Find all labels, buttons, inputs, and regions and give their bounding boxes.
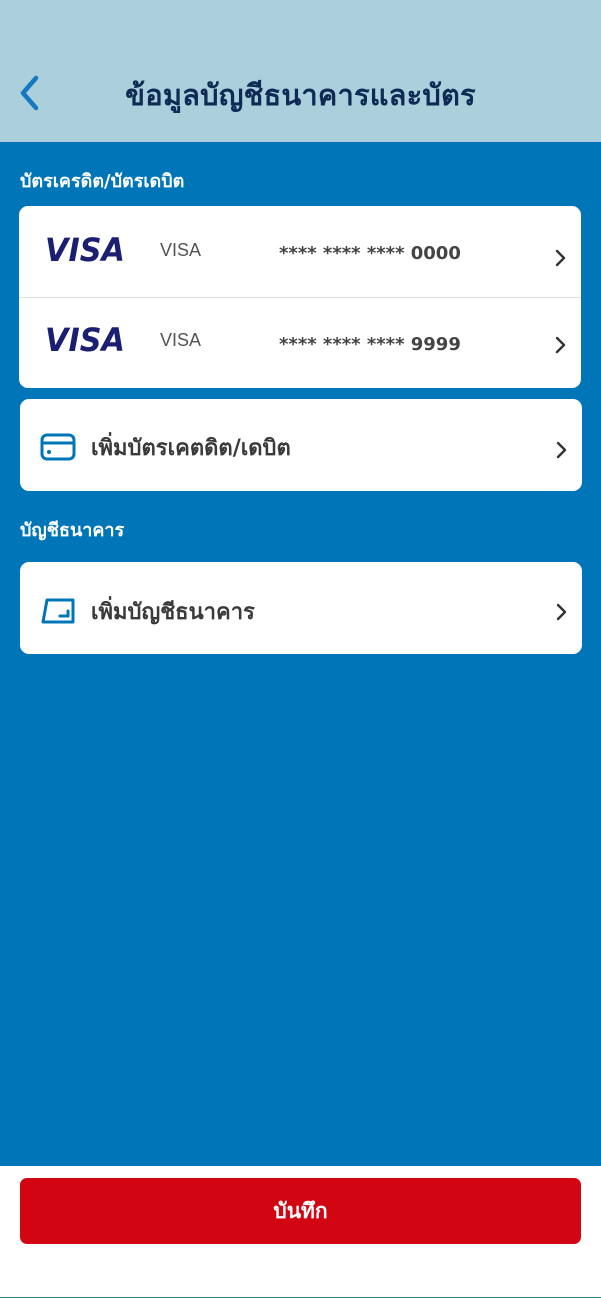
bank-section-label: บัญชีธนาคาร <box>20 520 125 541</box>
save-button[interactable]: บันทึก <box>20 1178 581 1244</box>
chevron-right-icon <box>555 336 566 354</box>
svg-text:VISA: VISA <box>45 324 125 354</box>
footer-bar: บันทึก <box>0 1166 601 1298</box>
chevron-right-icon <box>555 249 566 267</box>
card-number: **** **** **** 0000 <box>279 243 461 264</box>
card-brand: VISA <box>160 240 202 260</box>
credit-card-icon <box>40 433 76 461</box>
app-header: ข้อมูลบัญชีธนาคารและบัตร <box>0 0 601 142</box>
card-number: **** **** **** 9999 <box>279 334 461 355</box>
svg-text:VISA: VISA <box>45 234 125 264</box>
card-item[interactable]: VISA VISA **** **** **** 9999 <box>19 297 581 388</box>
add-bank-account-button[interactable]: เพิ่มบัญชีธนาคาร <box>20 562 582 654</box>
chevron-right-icon <box>556 441 567 459</box>
add-card-button[interactable]: เพิ่มบัตรเคตดิต/เดบิต <box>20 399 582 491</box>
cards-section-label: บัตรเครดิต/บัตรเดบิต <box>20 171 185 192</box>
chevron-right-icon <box>556 603 567 621</box>
card-brand: VISA <box>160 330 202 350</box>
page-title: ข้อมูลบัญชีธนาคารและบัตร <box>125 78 476 112</box>
add-card-label: เพิ่มบัตรเคตดิต/เดบิต <box>91 436 291 461</box>
visa-logo-icon: VISA <box>45 324 125 354</box>
card-item[interactable]: VISA VISA **** **** **** 0000 <box>19 206 581 297</box>
add-bank-account-label: เพิ่มบัญชีธนาคาร <box>91 600 255 625</box>
saved-cards-list: VISA VISA **** **** **** 0000 VISA VISA … <box>19 206 581 388</box>
bank-book-icon <box>41 598 75 624</box>
visa-logo-icon: VISA <box>45 234 125 264</box>
